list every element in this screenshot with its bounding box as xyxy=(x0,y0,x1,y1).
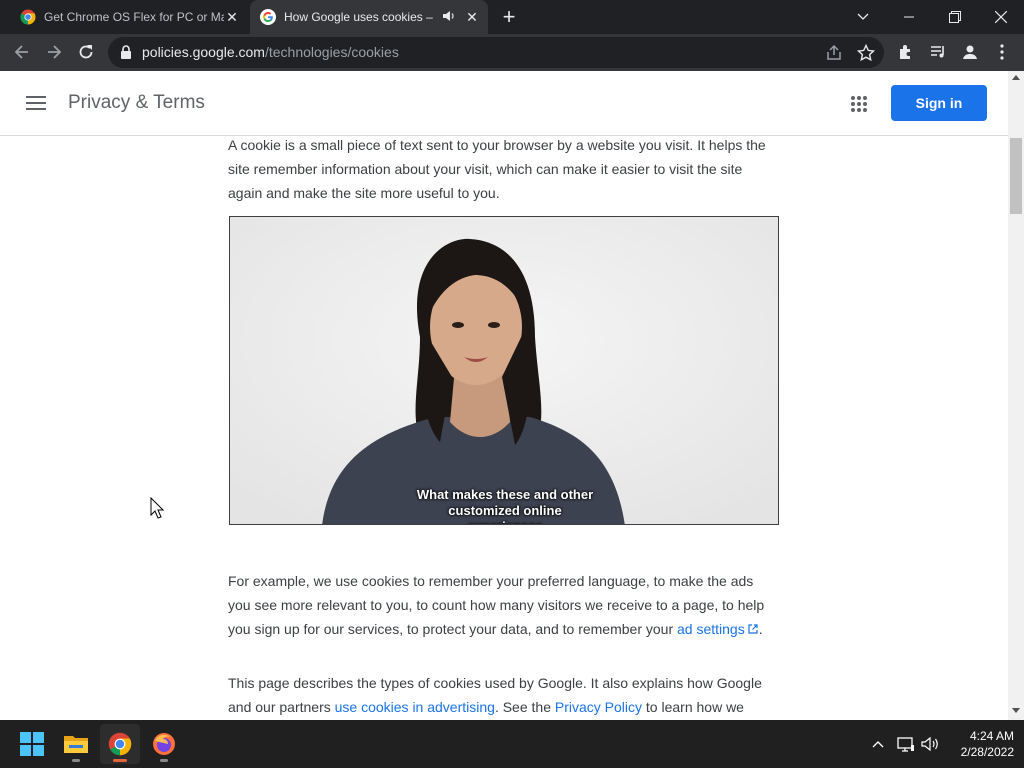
close-tab-icon[interactable]: ✕ xyxy=(464,9,480,25)
firefox-icon xyxy=(153,733,175,755)
video-caption: What makes these and other customized on… xyxy=(410,487,600,524)
ad-settings-link-text: ad settings xyxy=(677,621,745,637)
privacy-policy-link[interactable]: Privacy Policy xyxy=(555,699,642,715)
active-indicator xyxy=(113,759,127,762)
tab-search-button[interactable] xyxy=(840,0,886,34)
sign-in-button[interactable]: Sign in xyxy=(891,85,987,121)
page-content: A cookie is a small piece of text sent t… xyxy=(0,136,1008,720)
video-player[interactable]: What makes these and other customized on… xyxy=(229,216,779,525)
external-link-icon xyxy=(748,624,758,634)
running-indicator xyxy=(72,759,80,762)
minimize-button[interactable] xyxy=(886,0,932,34)
taskbar-firefox[interactable] xyxy=(144,724,184,764)
video-frame-presenter xyxy=(230,217,778,524)
menu-hamburger-icon[interactable] xyxy=(26,96,46,110)
intro-paragraph: A cookie is a small piece of text sent t… xyxy=(228,137,766,201)
volume-icon[interactable] xyxy=(920,734,940,754)
scroll-down-arrow-icon[interactable] xyxy=(1012,708,1020,713)
url-host: policies.google.com xyxy=(142,44,265,60)
chevron-up-icon[interactable] xyxy=(868,734,888,754)
running-indicator xyxy=(160,759,168,762)
close-tab-icon[interactable]: ✕ xyxy=(224,9,240,25)
clock-time: 4:24 AM xyxy=(969,729,1014,743)
reload-icon[interactable] xyxy=(76,42,96,62)
extensions-puzzle-icon[interactable] xyxy=(896,42,916,62)
taskbar-file-explorer[interactable] xyxy=(56,724,96,764)
p3-text-3: to learn how we xyxy=(642,699,744,715)
media-control-icon[interactable] xyxy=(928,42,948,62)
tab-title: Get Chrome OS Flex for PC or Ma xyxy=(44,10,224,24)
start-button[interactable] xyxy=(12,724,52,764)
restore-button[interactable] xyxy=(932,0,978,34)
tab-title: How Google uses cookies – P xyxy=(284,10,434,24)
p2-end: . xyxy=(758,621,763,637)
scroll-up-arrow-icon[interactable] xyxy=(1012,75,1020,80)
caption-line-2: customized online experiences xyxy=(448,503,562,524)
page-header: Privacy & Terms Sign in xyxy=(0,71,1008,136)
example-paragraph: For example, we use cookies to remember … xyxy=(228,569,776,641)
back-arrow-icon[interactable] xyxy=(12,42,32,62)
description-paragraph: This page describes the types of cookies… xyxy=(228,671,776,719)
windows-logo-icon xyxy=(20,732,44,756)
chevron-down-icon xyxy=(857,13,869,20)
url-path: /technologies/cookies xyxy=(264,44,399,60)
file-explorer-folder-icon xyxy=(64,736,88,753)
close-icon xyxy=(995,11,1007,23)
share-icon[interactable] xyxy=(824,43,844,63)
page-scrollbar[interactable] xyxy=(1008,71,1024,720)
browser-toolbar: policies.google.com/technologies/cookies xyxy=(0,34,1024,71)
tab-chrome-os-flex[interactable]: Get Chrome OS Flex for PC or Ma ✕ xyxy=(0,0,248,34)
taskbar-chrome[interactable] xyxy=(100,724,140,764)
network-icon[interactable] xyxy=(896,734,916,754)
ad-settings-link[interactable]: ad settings xyxy=(677,621,759,637)
restore-icon xyxy=(949,11,961,23)
google-favicon-icon xyxy=(260,9,276,25)
chrome-favicon-icon xyxy=(20,9,36,25)
tab-google-cookies[interactable]: How Google uses cookies – P ✕ xyxy=(250,0,488,34)
system-clock[interactable]: 4:24 AM 2/28/2022 xyxy=(944,728,1014,760)
site-title[interactable]: Privacy & Terms xyxy=(68,92,205,114)
minimize-icon xyxy=(904,16,914,18)
audio-playing-icon[interactable] xyxy=(442,9,456,23)
google-apps-grid-icon[interactable] xyxy=(850,95,868,113)
address-bar[interactable]: policies.google.com/technologies/cookies xyxy=(108,37,884,68)
new-tab-button[interactable]: + xyxy=(498,6,520,29)
windows-taskbar: 4:24 AM 2/28/2022 xyxy=(0,720,1024,768)
cookies-in-advertising-link[interactable]: use cookies in advertising xyxy=(335,699,495,715)
clock-date: 2/28/2022 xyxy=(960,745,1014,759)
lock-icon[interactable] xyxy=(120,45,132,59)
scrollbar-thumb[interactable] xyxy=(1010,138,1022,214)
more-options-icon[interactable] xyxy=(992,42,1012,62)
p3-text-2: . See the xyxy=(494,699,555,715)
close-window-button[interactable] xyxy=(978,0,1024,34)
bookmark-star-icon[interactable] xyxy=(856,43,876,63)
tab-strip: Get Chrome OS Flex for PC or Ma ✕ How Go… xyxy=(0,0,1024,34)
chrome-icon xyxy=(108,732,132,756)
forward-arrow-icon[interactable] xyxy=(44,42,64,62)
mouse-cursor-icon xyxy=(150,497,164,519)
profile-avatar-icon[interactable] xyxy=(960,42,980,62)
caption-line-1: What makes these and other xyxy=(416,487,594,502)
url-text[interactable]: policies.google.com/technologies/cookies xyxy=(142,44,399,60)
